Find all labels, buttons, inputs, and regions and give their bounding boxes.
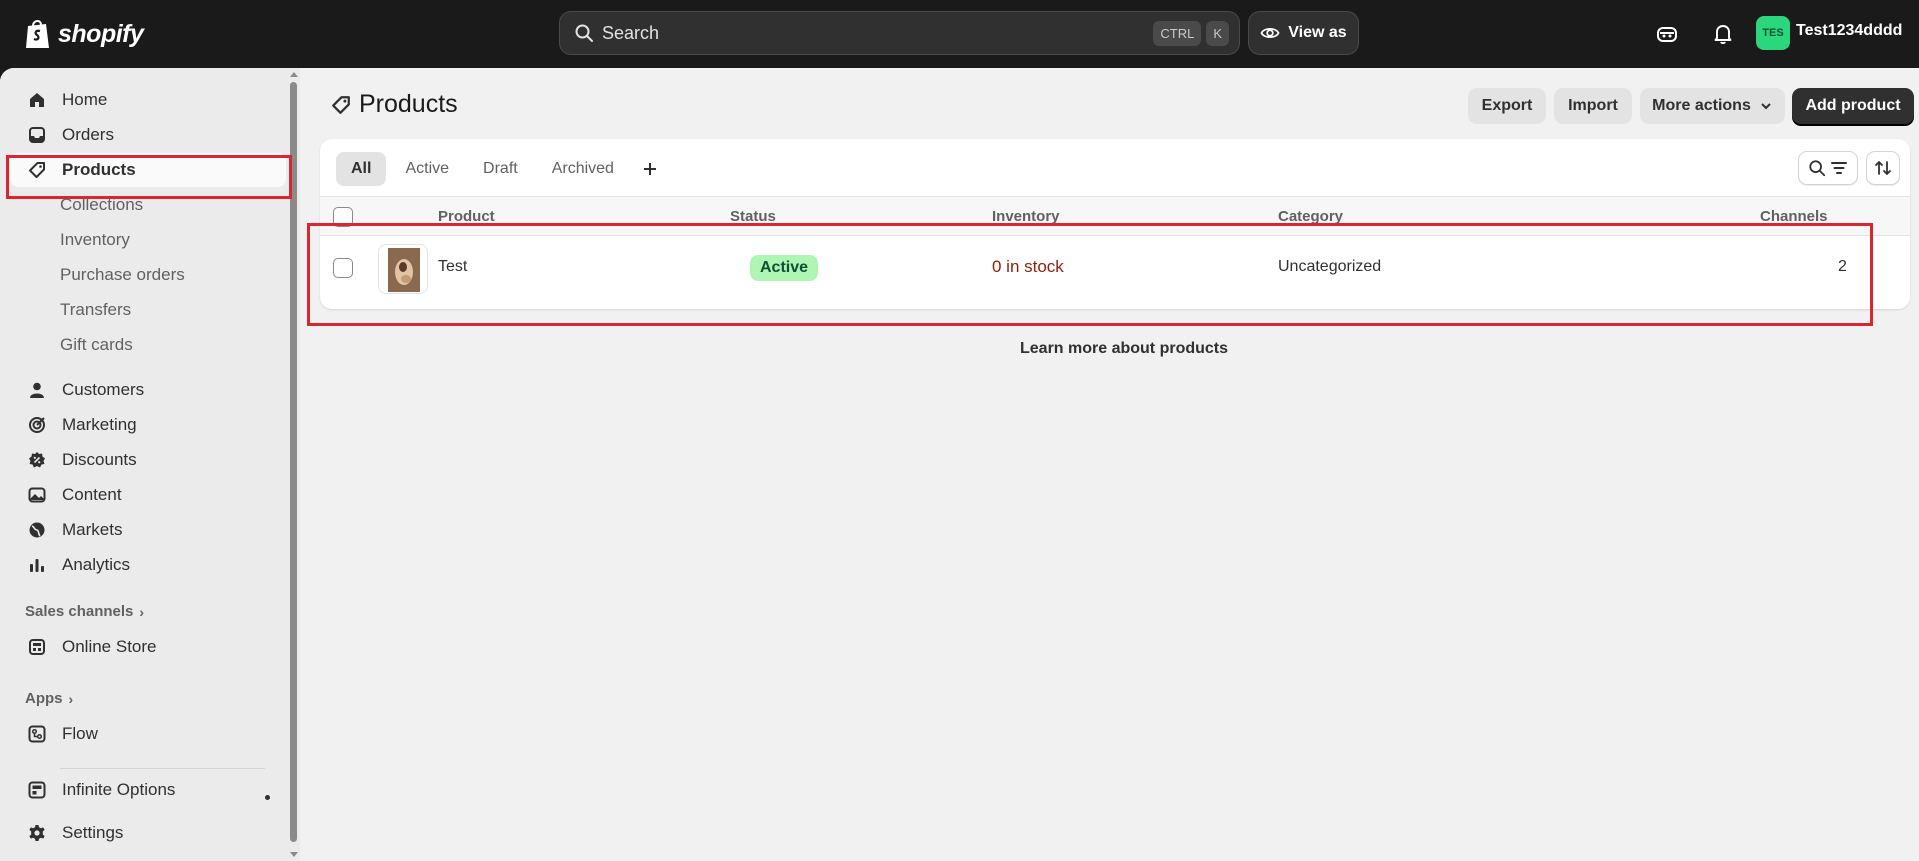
apps-section[interactable]: Apps › — [25, 690, 73, 707]
sidebar-item-label: Discounts — [62, 450, 137, 469]
shopify-bag-icon — [26, 20, 49, 48]
sidebar-item-label: Settings — [62, 823, 124, 842]
sidebar-item-markets[interactable]: Markets — [10, 513, 286, 547]
more-actions-button[interactable]: More actions — [1640, 88, 1785, 124]
store-avatar[interactable]: TES — [1756, 16, 1790, 50]
sidekick-icon — [1657, 27, 1677, 42]
sidebar-item-label: Infinite Options — [62, 780, 176, 799]
sidebar-subitem-gift-cards[interactable]: Gift cards — [60, 330, 133, 360]
sidebar-item-label: Analytics — [62, 555, 131, 574]
top-bar: shopify Search CTRL K View as TES Test12… — [0, 0, 1919, 68]
sidebar-item-analytics[interactable]: Analytics — [10, 548, 286, 582]
sidebar-item-discounts[interactable]: Discounts — [10, 443, 286, 477]
globe-icon — [27, 520, 47, 540]
sidebar-item-label: Home — [62, 90, 108, 109]
more-actions-label: More actions — [1652, 97, 1751, 114]
tab-all[interactable]: All — [336, 152, 387, 186]
section-label: Apps — [25, 690, 63, 707]
add-product-button[interactable]: Add product — [1792, 88, 1914, 124]
sidebar-item-home[interactable]: Home — [10, 83, 286, 117]
app-grid-icon — [27, 780, 47, 800]
storefront-icon — [27, 637, 47, 657]
unread-dot — [265, 795, 270, 800]
shortcut-k: K — [1206, 21, 1229, 46]
sidebar-item-settings[interactable]: Settings — [10, 816, 286, 850]
chevron-down-icon — [1761, 103, 1771, 110]
search-placeholder: Search — [602, 22, 660, 43]
sales-channels-section[interactable]: Sales channels › — [25, 603, 144, 620]
sidebar-item-label: Flow — [62, 724, 98, 743]
tab-archived[interactable]: Archived — [537, 152, 629, 186]
page-title: Products — [359, 90, 458, 118]
sidebar-divider — [60, 768, 265, 769]
shortcut-ctrl: CTRL — [1153, 21, 1202, 46]
sort-icon — [1875, 161, 1891, 175]
sidebar-item-label: Markets — [62, 520, 123, 539]
tab-active[interactable]: Active — [390, 152, 464, 186]
plus-icon — [643, 163, 656, 175]
sidebar-subitem-purchase-orders[interactable]: Purchase orders — [60, 260, 185, 290]
sidebar-subitem-inventory[interactable]: Inventory — [60, 225, 130, 255]
sidebar-item-online-store[interactable]: Online Store — [10, 630, 286, 664]
search-bar[interactable]: Search CTRL K — [559, 11, 1240, 55]
sidebar-item-customers[interactable]: Customers — [10, 373, 286, 407]
filter-lines-icon — [1831, 162, 1847, 174]
search-icon — [1809, 160, 1826, 177]
sidebar-item-infinite-options[interactable]: Infinite Options — [10, 773, 286, 807]
search-icon — [575, 24, 593, 42]
sidebar-item-orders[interactable]: Orders — [10, 118, 286, 152]
inbox-icon — [27, 125, 47, 145]
gear-icon — [27, 823, 47, 843]
highlight-products-nav — [6, 155, 292, 199]
main-content: Products Export Import More actions Add … — [300, 68, 1919, 861]
store-name[interactable]: Test1234dddd — [1796, 22, 1919, 40]
notifications-button[interactable] — [1707, 18, 1739, 50]
sidebar-item-label: Online Store — [62, 637, 157, 656]
person-icon — [27, 380, 47, 400]
section-label: Sales channels — [25, 603, 134, 620]
sort-button[interactable] — [1866, 151, 1900, 185]
discount-icon — [27, 450, 47, 470]
import-button[interactable]: Import — [1554, 88, 1632, 124]
search-filter-button[interactable] — [1798, 151, 1858, 185]
search-shortcut: CTRL K — [1153, 21, 1229, 46]
sidebar-item-flow[interactable]: Flow — [10, 717, 286, 751]
main-shell: Home Orders Products Collections Invento… — [0, 68, 1919, 861]
sidebar-item-label: Customers — [62, 380, 145, 399]
eye-icon — [1260, 27, 1280, 39]
tab-draft[interactable]: Draft — [468, 152, 533, 186]
home-icon — [27, 90, 47, 110]
sidebar-item-label: Content — [62, 485, 122, 504]
sidekick-button[interactable] — [1651, 18, 1683, 50]
add-view-button[interactable] — [633, 152, 667, 186]
page-header: Products — [331, 90, 458, 119]
flow-icon — [27, 724, 47, 744]
learn-more-link[interactable]: Learn more about products — [1020, 340, 1228, 358]
sidebar-item-content[interactable]: Content — [10, 478, 286, 512]
highlight-product-row — [307, 223, 1873, 326]
chevron-right-icon: › — [68, 690, 74, 707]
sidebar-item-label: Marketing — [62, 415, 137, 434]
view-as-label: View as — [1288, 24, 1347, 41]
sidebar-subitem-transfers[interactable]: Transfers — [60, 295, 131, 325]
bar-chart-icon — [27, 555, 47, 575]
target-icon — [27, 415, 47, 435]
view-as-button[interactable]: View as — [1248, 11, 1359, 55]
scroll-up-arrow[interactable] — [290, 72, 298, 77]
sidebar-item-marketing[interactable]: Marketing — [10, 408, 286, 442]
shopify-wordmark: shopify — [58, 19, 144, 48]
shopify-logo[interactable]: shopify — [24, 16, 144, 52]
chevron-right-icon: › — [139, 603, 145, 620]
image-icon — [27, 485, 47, 505]
scroll-down-arrow[interactable] — [290, 852, 298, 857]
view-tabs: All Active Draft Archived — [336, 152, 667, 186]
bell-icon — [1714, 25, 1732, 45]
sidebar-item-label: Orders — [62, 125, 114, 144]
tag-icon — [332, 95, 350, 114]
export-button[interactable]: Export — [1468, 88, 1546, 124]
